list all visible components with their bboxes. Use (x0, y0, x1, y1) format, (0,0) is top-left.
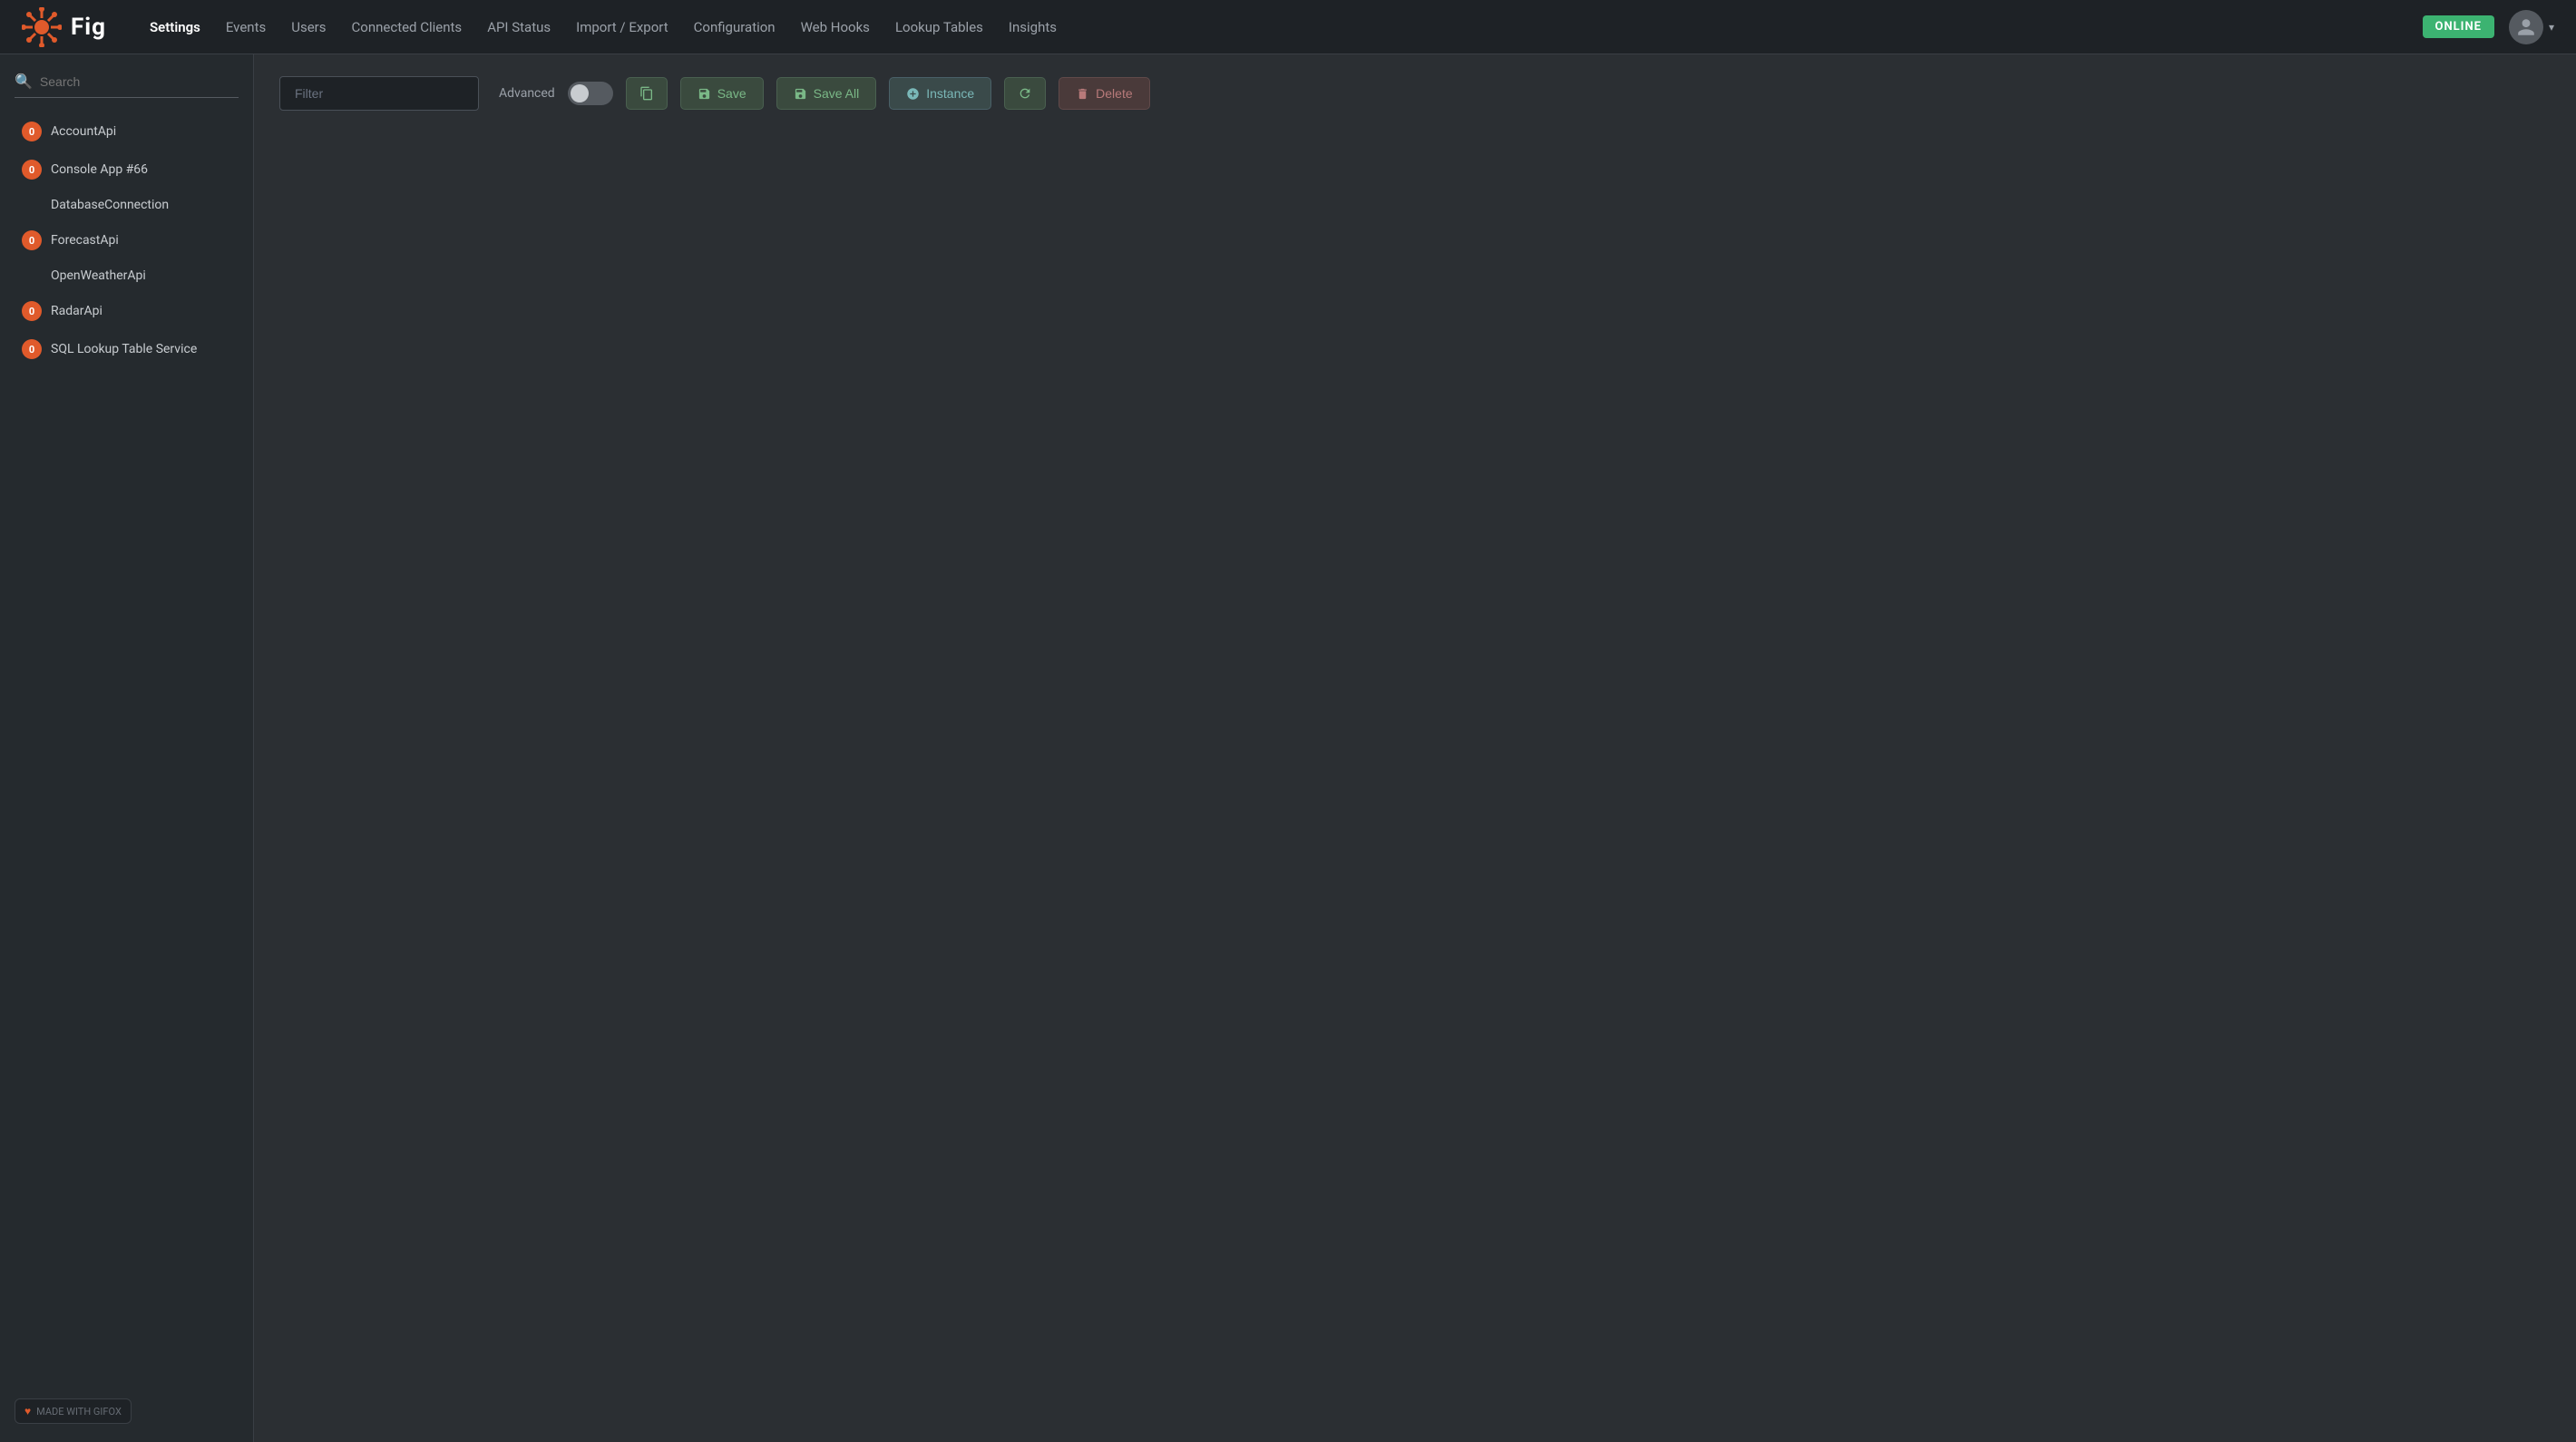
content-area: Advanced Save Save (254, 54, 2576, 1442)
badge-accountapi: 0 (22, 122, 42, 141)
nav-api-status[interactable]: API Status (487, 19, 551, 35)
navbar: Fig Settings Events Users Connected Clie… (0, 0, 2576, 54)
search-input[interactable] (40, 74, 239, 89)
copy-button[interactable] (626, 77, 668, 110)
toggle-slider (568, 82, 613, 105)
save-label: Save (717, 86, 746, 101)
sidebar: 🔍 0 AccountApi 0 Console App #66 Databas… (0, 54, 254, 1442)
toolbar: Advanced Save Save (279, 76, 2551, 111)
sidebar-item-consoleapp66[interactable]: 0 Console App #66 (15, 151, 239, 189)
save-all-icon (794, 87, 807, 101)
logo-area[interactable]: Fig (22, 7, 106, 47)
heart-icon: ♥ (24, 1405, 31, 1418)
nav-settings[interactable]: Settings (150, 19, 200, 35)
user-avatar-button[interactable]: ▾ (2509, 10, 2554, 44)
refresh-icon (1018, 86, 1032, 101)
chevron-down-icon: ▾ (2549, 21, 2554, 34)
nav-users[interactable]: Users (291, 19, 326, 35)
sidebar-label-consoleapp66: Console App #66 (51, 162, 148, 177)
user-icon (2516, 17, 2536, 37)
made-with-gifox: ♥ MADE WITH GIFOX (15, 1398, 132, 1424)
app-logo-text: Fig (71, 14, 106, 41)
sidebar-item-radarapi[interactable]: 0 RadarApi (15, 292, 239, 330)
save-button[interactable]: Save (680, 77, 764, 110)
copy-icon (639, 86, 654, 101)
advanced-label: Advanced (499, 86, 555, 101)
filter-input[interactable] (279, 76, 479, 111)
instance-icon (906, 87, 920, 101)
sidebar-label-forecastapi: ForecastApi (51, 233, 119, 248)
sidebar-label-accountapi: AccountApi (51, 124, 116, 139)
search-container: 🔍 (15, 73, 239, 98)
sidebar-label-dbconnection: DatabaseConnection (51, 198, 169, 212)
nav-lookup-tables[interactable]: Lookup Tables (895, 19, 983, 35)
badge-sqllookup: 0 (22, 339, 42, 359)
save-icon (698, 87, 711, 101)
avatar (2509, 10, 2543, 44)
nav-import-export[interactable]: Import / Export (576, 19, 668, 35)
sidebar-label-radarapi: RadarApi (51, 304, 102, 318)
sidebar-label-sqllookup: SQL Lookup Table Service (51, 342, 197, 356)
nav-webhooks[interactable]: Web Hooks (801, 19, 870, 35)
delete-button[interactable]: Delete (1059, 77, 1149, 110)
instance-label: Instance (926, 86, 974, 101)
instance-button[interactable]: Instance (889, 77, 991, 110)
sidebar-item-openweatherapi[interactable]: OpenWeatherApi (15, 259, 239, 292)
nav-events[interactable]: Events (226, 19, 266, 35)
badge-consoleapp66: 0 (22, 160, 42, 180)
delete-label: Delete (1096, 86, 1132, 101)
nav-configuration[interactable]: Configuration (694, 19, 776, 35)
fig-logo-icon (22, 7, 62, 47)
nav-right: ONLINE ▾ (2423, 10, 2555, 44)
main-content: 🔍 0 AccountApi 0 Console App #66 Databas… (0, 54, 2576, 1442)
refresh-button[interactable] (1004, 77, 1046, 110)
nav-insights[interactable]: Insights (1009, 19, 1057, 35)
sidebar-item-dbconnection[interactable]: DatabaseConnection (15, 189, 239, 221)
nav-connected-clients[interactable]: Connected Clients (352, 19, 463, 35)
save-all-label: Save All (814, 86, 860, 101)
badge-forecastapi: 0 (22, 230, 42, 250)
nav-links: Settings Events Users Connected Clients … (150, 19, 2393, 35)
sidebar-item-forecastapi[interactable]: 0 ForecastApi (15, 221, 239, 259)
advanced-toggle[interactable] (568, 82, 613, 105)
made-with-label: MADE WITH GIFOX (36, 1406, 122, 1418)
search-icon: 🔍 (15, 73, 33, 90)
online-status-badge: ONLINE (2423, 15, 2494, 38)
delete-icon (1076, 87, 1089, 101)
save-all-button[interactable]: Save All (776, 77, 877, 110)
sidebar-item-sqllookup[interactable]: 0 SQL Lookup Table Service (15, 330, 239, 368)
sidebar-label-openweatherapi: OpenWeatherApi (51, 268, 146, 283)
badge-radarapi: 0 (22, 301, 42, 321)
sidebar-item-accountapi[interactable]: 0 AccountApi (15, 112, 239, 151)
